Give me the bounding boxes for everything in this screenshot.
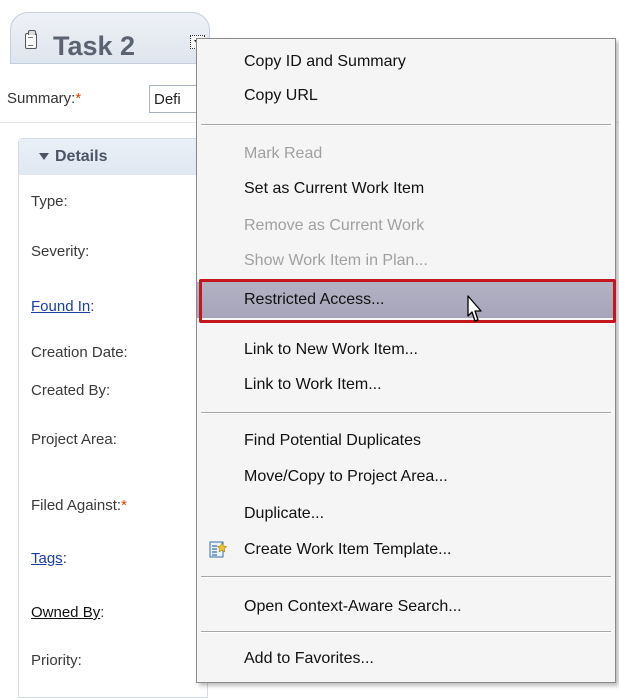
summary-label: Summary:*: [7, 90, 82, 107]
owned-by-link[interactable]: Owned By: [31, 604, 100, 621]
found-in-link[interactable]: Found In: [31, 298, 90, 315]
menu-item-create-template-label: Create Work Item Template...: [244, 541, 452, 558]
menu-item-duplicate[interactable]: Duplicate...: [197, 497, 615, 531]
menu-separator: [201, 576, 611, 578]
field-severity-label: Severity:: [31, 243, 90, 260]
field-created-by-label: Created By:: [31, 382, 111, 399]
menu-item-mark-read[interactable]: Mark Read: [197, 137, 615, 171]
collapse-arrow-icon[interactable]: [39, 153, 49, 160]
field-priority-label: Priority:: [31, 652, 82, 669]
menu-item-copy-url[interactable]: Copy URL: [197, 79, 615, 113]
context-menu: Copy ID and Summary Copy URL Mark Read S…: [196, 38, 616, 683]
details-title: Details: [55, 148, 108, 165]
highlight-annotation: [199, 279, 616, 323]
menu-item-show-in-plan[interactable]: Show Work Item in Plan...: [197, 244, 615, 278]
field-tags-label: Tags:: [31, 550, 67, 567]
tags-link[interactable]: Tags: [31, 550, 63, 567]
menu-item-remove-current-work[interactable]: Remove as Current Work: [197, 209, 615, 243]
task-icon: [25, 30, 37, 49]
menu-item-context-aware-search[interactable]: Open Context-Aware Search...: [197, 590, 615, 624]
menu-separator: [201, 631, 611, 633]
menu-item-set-current-work-item[interactable]: Set as Current Work Item: [197, 172, 615, 206]
field-found-in-label: Found In:: [31, 298, 95, 315]
menu-item-move-copy-project-area[interactable]: Move/Copy to Project Area...: [197, 460, 615, 494]
field-project-area-label: Project Area:: [31, 431, 117, 448]
field-type-label: Type:: [31, 193, 68, 210]
menu-item-find-duplicates[interactable]: Find Potential Duplicates: [197, 424, 615, 458]
field-filed-against-label: Filed Against:*: [31, 497, 127, 514]
menu-item-copy-id-summary[interactable]: Copy ID and Summary: [197, 45, 615, 79]
page-title: Task 2: [53, 31, 136, 61]
editor-title-tab: Task 2: [10, 12, 210, 64]
mouse-pointer-icon: [467, 295, 482, 322]
template-icon: [209, 541, 227, 558]
menu-item-add-favorites[interactable]: Add to Favorites...: [197, 642, 615, 676]
menu-item-link-work-item[interactable]: Link to Work Item...: [197, 368, 615, 402]
menu-item-link-new-work-item[interactable]: Link to New Work Item...: [197, 333, 615, 367]
menu-separator: [201, 412, 611, 414]
menu-separator: [201, 124, 611, 126]
field-creation-date-label: Creation Date:: [31, 344, 128, 361]
menu-item-create-template[interactable]: Create Work Item Template...: [197, 533, 615, 567]
field-owned-by-label: Owned By:: [31, 604, 105, 621]
details-header[interactable]: Details: [19, 139, 207, 175]
